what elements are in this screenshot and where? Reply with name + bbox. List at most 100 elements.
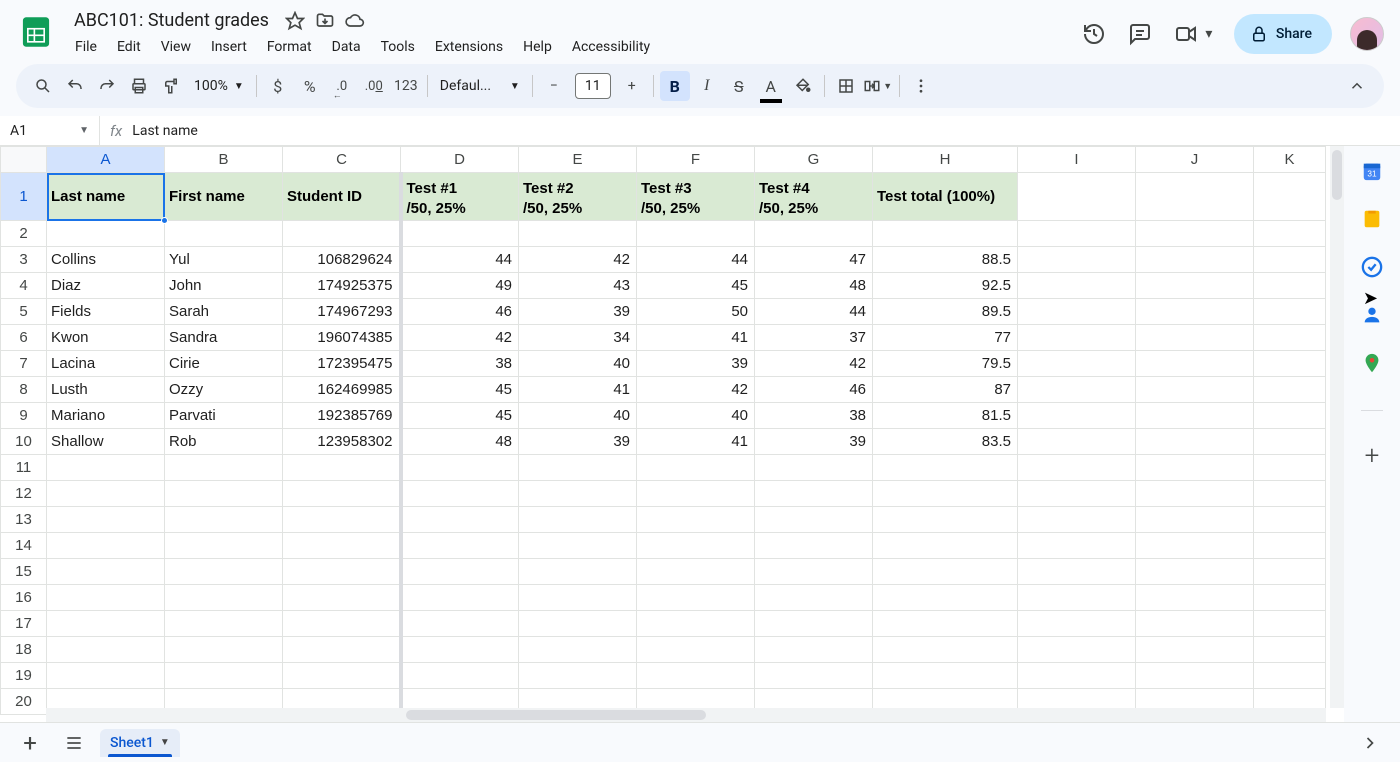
cell[interactable] bbox=[1018, 299, 1136, 325]
cell[interactable] bbox=[519, 611, 637, 637]
cell[interactable] bbox=[283, 455, 401, 481]
column-header[interactable]: J bbox=[1136, 147, 1254, 173]
row-header[interactable]: 9 bbox=[1, 403, 47, 429]
row-header[interactable]: 16 bbox=[1, 585, 47, 611]
cell[interactable] bbox=[1136, 403, 1254, 429]
cell[interactable] bbox=[873, 481, 1018, 507]
menu-file[interactable]: File bbox=[66, 35, 106, 59]
cell[interactable]: John bbox=[165, 273, 283, 299]
cell[interactable] bbox=[1254, 611, 1326, 637]
cell[interactable] bbox=[1018, 429, 1136, 455]
cell[interactable] bbox=[47, 221, 165, 247]
cell[interactable]: 37 bbox=[755, 325, 873, 351]
cell[interactable] bbox=[47, 559, 165, 585]
add-sheet-icon[interactable]: + bbox=[12, 725, 48, 761]
cell[interactable] bbox=[1018, 533, 1136, 559]
cell[interactable] bbox=[165, 481, 283, 507]
cell[interactable]: 81.5 bbox=[873, 403, 1018, 429]
share-button[interactable]: Share bbox=[1234, 14, 1332, 54]
cell[interactable] bbox=[1136, 611, 1254, 637]
menu-insert[interactable]: Insert bbox=[202, 35, 256, 59]
cell[interactable] bbox=[1018, 585, 1136, 611]
cell[interactable] bbox=[1018, 663, 1136, 689]
all-sheets-icon[interactable] bbox=[56, 725, 92, 761]
cell[interactable] bbox=[637, 221, 755, 247]
cell[interactable] bbox=[1136, 533, 1254, 559]
cell[interactable]: 42 bbox=[637, 377, 755, 403]
cell[interactable]: 43 bbox=[519, 273, 637, 299]
format-currency[interactable]: $ bbox=[263, 71, 293, 101]
cell[interactable]: 162469985 bbox=[283, 377, 401, 403]
cell[interactable] bbox=[873, 585, 1018, 611]
cell[interactable] bbox=[1018, 481, 1136, 507]
cell[interactable] bbox=[1254, 247, 1326, 273]
paint-format-icon[interactable] bbox=[156, 71, 186, 101]
cell[interactable] bbox=[1136, 585, 1254, 611]
cell[interactable]: Student ID bbox=[283, 173, 401, 221]
name-box[interactable]: A1▼ bbox=[0, 116, 100, 145]
get-addons-icon[interactable]: + bbox=[1365, 441, 1380, 471]
cell[interactable]: Test #2/50, 25% bbox=[519, 173, 637, 221]
cell[interactable] bbox=[283, 481, 401, 507]
cell[interactable]: 41 bbox=[519, 377, 637, 403]
cell[interactable] bbox=[401, 221, 519, 247]
cell[interactable]: Rob bbox=[165, 429, 283, 455]
cloud-status-icon[interactable] bbox=[345, 11, 365, 31]
cell[interactable] bbox=[1254, 429, 1326, 455]
move-icon[interactable] bbox=[315, 11, 335, 31]
cell[interactable] bbox=[637, 663, 755, 689]
formula-input[interactable]: Last name bbox=[132, 123, 197, 139]
row-header[interactable]: 12 bbox=[1, 481, 47, 507]
cell[interactable] bbox=[1136, 351, 1254, 377]
cell[interactable] bbox=[637, 533, 755, 559]
cell[interactable]: 50 bbox=[637, 299, 755, 325]
cell[interactable] bbox=[401, 481, 519, 507]
cell[interactable] bbox=[47, 611, 165, 637]
cell[interactable] bbox=[47, 507, 165, 533]
cell[interactable] bbox=[1018, 559, 1136, 585]
cell[interactable] bbox=[1018, 455, 1136, 481]
cell[interactable]: 45 bbox=[637, 273, 755, 299]
cell[interactable]: Test #4/50, 25% bbox=[755, 173, 873, 221]
menu-edit[interactable]: Edit bbox=[108, 35, 150, 59]
zoom-select[interactable]: 100%▼ bbox=[188, 78, 250, 94]
cell[interactable] bbox=[1018, 273, 1136, 299]
cell[interactable] bbox=[401, 507, 519, 533]
cell[interactable]: 174925375 bbox=[283, 273, 401, 299]
cell[interactable] bbox=[165, 663, 283, 689]
row-header[interactable]: 17 bbox=[1, 611, 47, 637]
comments-icon[interactable] bbox=[1126, 20, 1154, 48]
meet-icon[interactable] bbox=[1172, 20, 1200, 48]
cell[interactable]: 49 bbox=[401, 273, 519, 299]
cell[interactable]: 48 bbox=[401, 429, 519, 455]
column-header[interactable]: A bbox=[47, 147, 165, 173]
cell[interactable] bbox=[283, 585, 401, 611]
maps-icon[interactable] bbox=[1361, 352, 1383, 374]
cell[interactable]: 46 bbox=[401, 299, 519, 325]
cell[interactable]: Cirie bbox=[165, 351, 283, 377]
cell[interactable]: 123958302 bbox=[283, 429, 401, 455]
cell[interactable] bbox=[873, 533, 1018, 559]
cell[interactable] bbox=[165, 455, 283, 481]
row-header[interactable]: 19 bbox=[1, 663, 47, 689]
cell[interactable] bbox=[401, 559, 519, 585]
cell[interactable]: 174967293 bbox=[283, 299, 401, 325]
cell[interactable] bbox=[755, 637, 873, 663]
expand-side-panel-icon[interactable] bbox=[1352, 725, 1388, 761]
cell[interactable]: 79.5 bbox=[873, 351, 1018, 377]
cell[interactable]: 89.5 bbox=[873, 299, 1018, 325]
cell[interactable]: Diaz bbox=[47, 273, 165, 299]
cell[interactable]: 44 bbox=[637, 247, 755, 273]
keep-icon[interactable] bbox=[1361, 208, 1383, 230]
cell[interactable]: Last name bbox=[47, 173, 165, 221]
cell[interactable] bbox=[47, 481, 165, 507]
cell[interactable] bbox=[165, 559, 283, 585]
cell[interactable] bbox=[47, 585, 165, 611]
cell[interactable]: 39 bbox=[519, 429, 637, 455]
cell[interactable] bbox=[1136, 299, 1254, 325]
cell[interactable] bbox=[519, 559, 637, 585]
cell[interactable] bbox=[1254, 533, 1326, 559]
column-header[interactable]: K bbox=[1254, 147, 1326, 173]
cell[interactable]: 40 bbox=[519, 403, 637, 429]
cell[interactable] bbox=[165, 221, 283, 247]
